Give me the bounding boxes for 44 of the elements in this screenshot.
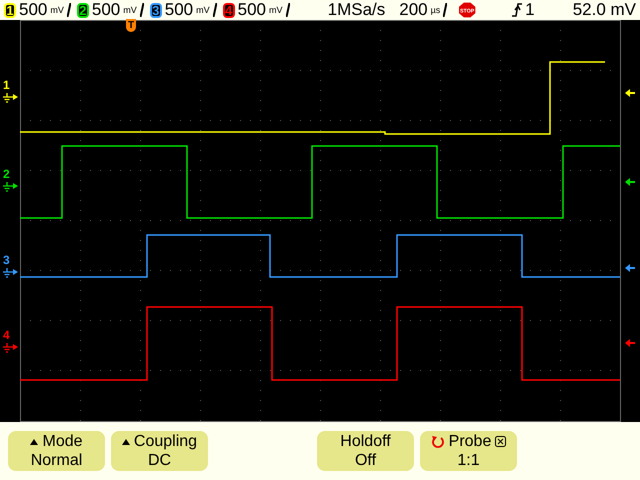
channel-badge[interactable]: 4 [222,2,235,18]
sample-rate: 1MSa/s [328,0,386,20]
close-box-icon [495,436,506,447]
arrow-left-icon [625,89,635,97]
channel-scale: 500 [164,0,194,20]
channel-unit: mV [269,6,282,14]
channel-badge[interactable]: 1 [4,2,16,18]
timebase-unit: µs [430,6,440,14]
channel-scale: 500 [19,0,48,20]
slash-icon [140,3,144,17]
slash-icon [212,3,217,17]
channel-unit: mV [196,6,210,14]
channel-badge[interactable]: 3 [150,2,162,18]
triangle-up-icon [122,438,130,444]
ground-arrow-icon [2,268,18,278]
channel-unit: mV [50,6,64,14]
trigger-position-marker[interactable]: T [126,19,136,32]
slash-icon [286,3,290,17]
softkey[interactable]: Holdoff Off [317,431,414,471]
channel-ground-marker[interactable]: 2 [3,168,10,181]
channel-ground-marker[interactable]: 4 [3,329,10,342]
channel-unit: mV [123,6,137,14]
triangle-up-icon [30,438,38,444]
ground-arrow-icon [2,93,18,103]
softkey[interactable]: Coupling DC [111,431,208,471]
channel-ground-marker[interactable]: 3 [3,254,10,267]
arrow-left-icon [625,178,635,186]
slash-icon [443,3,448,17]
channel-ground-marker[interactable]: 1 [3,79,10,92]
arrow-left-icon [625,339,635,347]
arrow-left-icon [625,264,635,272]
channel-scale: 500 [238,0,266,20]
ground-arrow-icon [2,343,18,353]
ground-arrow-icon [2,182,18,192]
rotate-icon [430,434,445,448]
channel-badge[interactable]: 2 [76,2,89,18]
softkey[interactable]: Probe 1:1 [420,431,517,471]
rising-edge-icon [512,3,522,17]
timebase-scale: 200 [399,0,428,20]
channel-scale: 500 [92,0,120,20]
trigger-level: 52.0 mV [572,0,636,20]
slash-icon [66,3,71,17]
trigger-source: 1 [525,0,535,20]
softkey[interactable]: Mode Normal [8,431,105,471]
